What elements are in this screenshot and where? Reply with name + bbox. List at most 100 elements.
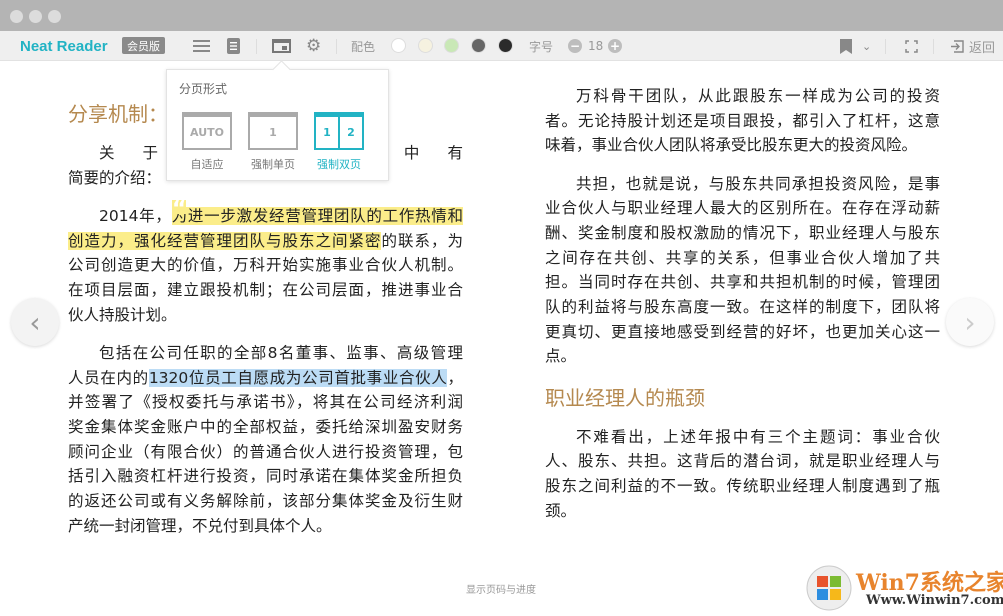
watermark-logo: Win7系统之家 Www.Winwin7.com [806, 563, 1003, 613]
page-layout-icon[interactable] [272, 31, 291, 61]
text-segment: 不难看出，上述年报中有三个主题词：事业合伙 [576, 427, 940, 446]
text-segment: 产统一封闭管理，不兑付到具体个人。 [68, 516, 332, 535]
paragraph: 万科骨干团队，从此跟股东一样成为公司的投资者。无论持股计划还是项目跟投，都引入了… [545, 84, 940, 158]
text-line: 的返还公司或有义务解除前，该部分集体奖金及衍生财 [68, 489, 463, 514]
color-swatch-gray[interactable] [471, 38, 486, 53]
font-increase-button[interactable]: + [608, 31, 622, 61]
text-segment: 公司创造更大的价值，万科开始实施事业合伙人机制。 [68, 256, 463, 275]
text-line: 创造力，强化经营管理团队与股东之间紧密的联系，为 [68, 229, 463, 254]
font-size-value: 18 [588, 39, 604, 53]
text-line: 并签署了《授权委托与承诺书》，将其在公司经济利润 [68, 390, 463, 415]
previous-page-button[interactable]: ‹ [11, 298, 59, 346]
auto-layout-icon: AUTO [182, 112, 232, 150]
text-line: 更真切、更直接地感受到经营的好坏，也更加关心这一 [545, 320, 940, 345]
highlighted-text[interactable]: 1320位员工自愿成为公司首批事业合伙人 [148, 368, 448, 387]
text-line: 担。当同时存在共创、共享和共担机制的时候，管理团 [545, 270, 940, 295]
pagination-popup: 分页形式 AUTO 自适应 1 强制单页 1 2 强制双页 [166, 69, 389, 181]
text-line: 者。无论持股计划还是项目跟投，都引入了杠杆，这意 [545, 109, 940, 134]
text-segment: 万科骨干团队，从此跟股东一样成为公司的投资 [576, 87, 940, 105]
next-page-button[interactable]: › [946, 298, 994, 346]
notes-icon[interactable] [227, 31, 240, 61]
option-single-page[interactable]: 1 强制单页 [248, 112, 298, 172]
toolbar: Neat Reader 会员版 ⚙ 配色 字号 − 18 + ⌄ 返回 [0, 31, 1003, 61]
text-line: 2014年，为进一步激发经营管理团队的工作热情和 [68, 204, 463, 229]
color-scheme-label: 配色 [351, 39, 376, 54]
option-double-page[interactable]: 1 2 强制双页 [314, 112, 364, 172]
text-line: 股东之间利益的不一致。传统职业经理人制度遇到了瓶 [545, 474, 940, 499]
text-segment: 人、股东、共担。这背后的潜台词，就是职业经理人与 [545, 452, 940, 471]
text-line: 队的利益将与股东高度一致。在这样的制度下，团队将 [545, 295, 940, 320]
text-segment: 更真切、更直接地感受到经营的好坏，也更加关心这一 [545, 322, 940, 341]
text-line: 点。 [545, 344, 940, 369]
text-segment: 队的利益将与股东高度一致。在这样的制度下，团队将 [545, 298, 940, 316]
text-line: 颈。 [545, 499, 940, 524]
option-auto[interactable]: AUTO 自适应 [182, 112, 232, 172]
text-segment: 括引入融资杠杆进行投资，同时承诺在集体奖金所担负 [68, 467, 463, 486]
text-segment: 顾问企业（有限合伙）的普通合伙人进行投资管理，包 [68, 442, 463, 461]
back-label: 返回 [969, 40, 996, 56]
highlighted-text[interactable]: 创造力，强化经营管理团队与股东之间紧密 [68, 231, 382, 250]
text-segment: 股东之间利益的不一致。传统职业经理人制度遇到了瓶 [545, 476, 940, 495]
text-segment: 味着，事业合伙人团队将承受比股东更大的投资风险。 [545, 136, 918, 155]
plus-icon: + [608, 39, 622, 53]
paragraph: 不难看出，上述年报中有三个主题词：事业合伙人、股东、共担。这背后的潜台词，就是职… [545, 425, 940, 524]
text-line: 顾问企业（有限合伙）的普通合伙人进行投资管理，包 [68, 440, 463, 465]
color-swatch-black[interactable] [498, 38, 513, 53]
text-segment: 2014年， [99, 206, 172, 225]
chevron-left-icon: ‹ [29, 305, 41, 339]
highlighted-text[interactable]: 为进一步激发经营管理团队的工作热情和 [171, 206, 463, 225]
minimize-window-button[interactable] [29, 10, 42, 23]
chevron-right-icon: › [964, 305, 976, 339]
single-page-icon: 1 [248, 112, 298, 150]
paragraph: 2014年，为进一步激发经营管理团队的工作热情和 创造力，强化经营管理团队与股东之… [68, 204, 463, 327]
text-segment: 之间存在共创、共享的关系，但事业合伙人增加了共 [545, 248, 940, 267]
text-line: 在项目层面，建立跟投机制；在公司层面，推进事业合 [68, 278, 463, 303]
color-swatch-green[interactable] [444, 38, 459, 53]
title-bar [0, 0, 1003, 31]
text-segment: 伙人持股计划。 [68, 305, 177, 324]
text-line: 万科骨干团队，从此跟股东一样成为公司的投资 [545, 84, 940, 109]
page-2: 2 [338, 117, 362, 148]
paragraph: 包括在公司任职的全部8名董事、监事、高级管理人员在内的1320位员工自愿成为公司… [68, 341, 463, 539]
page-1: 1 [323, 126, 331, 139]
color-swatch-white[interactable] [391, 38, 406, 53]
text-segment: ， [447, 368, 463, 387]
popup-title: 分页形式 [179, 82, 228, 96]
close-window-button[interactable] [10, 10, 23, 23]
option-label: 自适应 [190, 158, 224, 171]
text-line: 业合伙人与职业经理人最大的区别所在。在存在浮动薪 [545, 196, 940, 221]
text-line: 共担，也就是说，与股东共同承担投资风险，是事 [545, 172, 940, 197]
back-button[interactable]: 返回 [950, 31, 995, 61]
page-progress-toggle[interactable]: 显示页码与进度 [466, 581, 536, 596]
text-line: 奖金集体奖金账户中的全部权益，委托给深圳盈安财务 [68, 415, 463, 440]
watermark-url: Www.Winwin7.com [866, 593, 1003, 608]
text-line: 括引入融资杠杆进行投资，同时承诺在集体奖金所担负 [68, 464, 463, 489]
option-label: 强制单页 [251, 158, 295, 171]
bookmark-dropdown-chevron-icon[interactable]: ⌄ [862, 31, 871, 61]
text-segment: 简要的介绍： [68, 168, 162, 187]
toc-icon[interactable] [193, 31, 210, 61]
fullscreen-icon[interactable] [905, 31, 918, 61]
quote-mark-icon[interactable]: “ [172, 199, 186, 221]
font-size-label: 字号 [529, 39, 554, 54]
maximize-window-button[interactable] [48, 10, 61, 23]
text-segment: 在项目层面，建立跟投机制；在公司层面，推进事业合 [68, 280, 463, 299]
settings-gear-icon[interactable]: ⚙ [306, 31, 321, 61]
text-line: 酬、奖金制度和股权激励的情况下，职业经理人与股东 [545, 221, 940, 246]
paragraph: 共担，也就是说，与股东共同承担投资风险，是事 业合伙人与职业经理人最大的区别所在。… [545, 172, 940, 370]
text-line: 包括在公司任职的全部8名董事、监事、高级管理 [68, 341, 463, 366]
color-swatch-cream[interactable] [418, 38, 433, 53]
minus-icon: − [568, 39, 582, 53]
member-badge: 会员版 [122, 37, 165, 54]
text-segment: 酬、奖金制度和股权激励的情况下，职业经理人与股东 [545, 223, 940, 242]
text-segment: 奖金集体奖金账户中的全部权益，委托给深圳盈安财务 [68, 417, 463, 436]
exit-icon [951, 39, 964, 53]
app-brand: Neat Reader [20, 37, 108, 55]
bookmark-icon[interactable] [840, 31, 852, 61]
text-segment: 人员在内的 [68, 368, 149, 387]
windows-logo-icon [806, 565, 852, 611]
text-line: 不难看出，上述年报中有三个主题词：事业合伙 [545, 425, 940, 450]
text-segment: 者。无论持股计划还是项目跟投，都引入了杠杆，这意 [545, 111, 940, 130]
text-line: 味着，事业合伙人团队将承受比股东更大的投资风险。 [545, 133, 940, 158]
font-decrease-button[interactable]: − [568, 31, 582, 61]
